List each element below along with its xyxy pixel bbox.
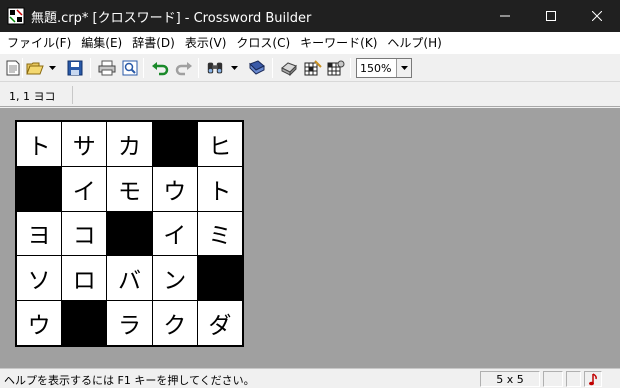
- binoculars-icon: [207, 62, 223, 74]
- position-separator: [72, 86, 73, 104]
- open-dropdown-arrow[interactable]: [48, 59, 56, 77]
- grid-cell-black[interactable]: [197, 256, 242, 301]
- grid-cell[interactable]: イ: [62, 166, 107, 211]
- window-title: 無題.crp* [クロスワード] - Crossword Builder: [31, 10, 312, 26]
- redo-button[interactable]: [175, 59, 193, 77]
- grid-cell[interactable]: ト: [17, 122, 62, 166]
- minimize-button[interactable]: [482, 0, 528, 32]
- menu-keyword[interactable]: キーワード(K): [295, 32, 382, 54]
- grid-cell[interactable]: ウ: [17, 301, 62, 345]
- grid-cell[interactable]: イ: [152, 211, 197, 256]
- menu-edit[interactable]: 編集(E): [76, 32, 127, 54]
- zoom-value: 150%: [360, 61, 392, 75]
- grid-cell-black[interactable]: [152, 122, 197, 166]
- grid-cell[interactable]: ヒ: [197, 122, 242, 166]
- grid-cell[interactable]: ヨ: [17, 211, 62, 256]
- status-bar: ヘルプを表示するには F1 キーを押してください。 5 x 5: [0, 368, 620, 388]
- toolbar-separator: [272, 58, 273, 78]
- folder-open-icon: [26, 62, 44, 75]
- grid-cell[interactable]: バ: [107, 256, 152, 301]
- find-dropdown-arrow[interactable]: [230, 59, 238, 77]
- title-bar: 無題.crp* [クロスワード] - Crossword Builder: [0, 0, 620, 32]
- print-preview-button[interactable]: [121, 59, 139, 77]
- grid-cell[interactable]: ソ: [17, 256, 62, 301]
- zoom-select[interactable]: 150%: [356, 58, 412, 78]
- grid-settings-button[interactable]: [327, 59, 345, 77]
- workspace: トサカヒイモウトヨコイミソロバンウラクダ: [0, 108, 620, 368]
- book-icon: [249, 60, 265, 75]
- find-button[interactable]: [206, 59, 224, 77]
- grid-cell-black[interactable]: [107, 211, 152, 256]
- save-icon: [67, 60, 83, 76]
- menu-file[interactable]: ファイル(F): [2, 32, 76, 54]
- print-button[interactable]: [98, 59, 116, 77]
- zoom-dropdown-button[interactable]: [396, 59, 411, 77]
- grid-cell[interactable]: モ: [107, 166, 152, 211]
- grid-cell[interactable]: ダ: [197, 301, 242, 345]
- toolbar-separator: [90, 58, 91, 78]
- grid-cell[interactable]: カ: [107, 122, 152, 166]
- close-button[interactable]: [574, 0, 620, 32]
- grid-wand-icon: [304, 60, 322, 76]
- chevron-down-icon: [48, 66, 56, 70]
- menu-dictionary[interactable]: 辞書(D): [127, 32, 180, 54]
- grid-cell[interactable]: ラ: [107, 301, 152, 345]
- grid-cell[interactable]: ウ: [152, 166, 197, 211]
- toolbar-separator: [350, 58, 351, 78]
- crossword-grid[interactable]: トサカヒイモウトヨコイミソロバンウラクダ: [15, 120, 244, 347]
- cursor-position: 1, 1 ヨコ: [9, 90, 56, 103]
- chevron-down-icon: [230, 66, 238, 70]
- menu-bar: ファイル(F) 編集(E) 辞書(D) 表示(V) クロス(C) キーワード(K…: [0, 32, 620, 54]
- redo-icon: [175, 62, 192, 76]
- grid-cell-black[interactable]: [17, 166, 62, 211]
- auto-fill-button[interactable]: [304, 59, 322, 77]
- grid-gear-icon: [327, 60, 345, 76]
- app-icon[interactable]: [7, 7, 25, 25]
- grid-cell[interactable]: ク: [152, 301, 197, 345]
- toolbar-separator: [143, 58, 144, 78]
- menu-help[interactable]: ヘルプ(H): [382, 32, 446, 54]
- status-message: ヘルプを表示するには F1 キーを押してください。: [4, 374, 255, 387]
- minimize-icon: [500, 15, 510, 17]
- music-note-icon: [589, 372, 597, 385]
- toolbar-separator: [198, 58, 199, 78]
- status-grid-size: 5 x 5: [480, 371, 540, 387]
- new-file-icon: [6, 60, 20, 76]
- position-bar: 1, 1 ヨコ: [0, 83, 620, 107]
- grid-cell[interactable]: ロ: [62, 256, 107, 301]
- save-button[interactable]: [66, 59, 84, 77]
- open-file-button[interactable]: [26, 59, 44, 77]
- toolbar-separator: [22, 58, 23, 78]
- new-file-button[interactable]: [4, 59, 22, 77]
- menu-cross[interactable]: クロス(C): [231, 32, 295, 54]
- toolbar: [0, 54, 620, 82]
- status-panel-empty: [566, 371, 581, 387]
- eraser-icon: [281, 62, 297, 76]
- print-preview-icon: [122, 60, 138, 76]
- undo-icon: [152, 62, 169, 76]
- maximize-button[interactable]: [528, 0, 574, 32]
- printer-icon: [98, 60, 116, 76]
- maximize-icon: [546, 11, 556, 21]
- status-sound-panel[interactable]: [584, 371, 602, 387]
- grid-cell[interactable]: ミ: [197, 211, 242, 256]
- status-panel-empty: [543, 371, 563, 387]
- eraser-button[interactable]: [280, 59, 298, 77]
- grid-cell-black[interactable]: [62, 301, 107, 345]
- window-controls: [482, 0, 620, 32]
- grid-cell[interactable]: ト: [197, 166, 242, 211]
- close-icon: [592, 11, 602, 21]
- chevron-down-icon: [400, 66, 408, 70]
- grid-cell[interactable]: ン: [152, 256, 197, 301]
- dictionary-button[interactable]: [248, 59, 266, 77]
- undo-button[interactable]: [151, 59, 169, 77]
- menu-view[interactable]: 表示(V): [180, 32, 232, 54]
- grid-cell[interactable]: コ: [62, 211, 107, 256]
- grid-cell[interactable]: サ: [62, 122, 107, 166]
